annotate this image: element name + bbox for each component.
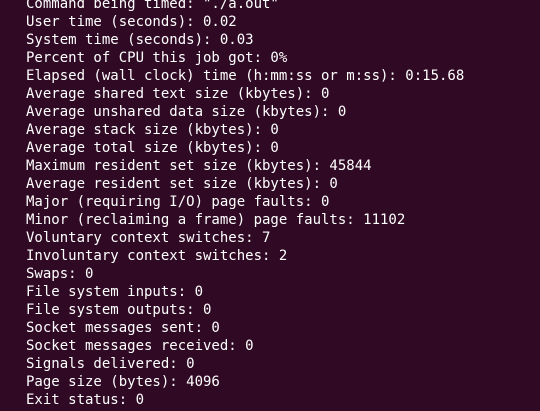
output-line-swaps: Swaps: 0 bbox=[26, 266, 94, 282]
output-line-involuntary-switches: Involuntary context switches: 2 bbox=[26, 248, 288, 264]
output-line-cpu-percent: Percent of CPU this job got: 0% bbox=[26, 50, 288, 66]
output-line-system-time: System time (seconds): 0.03 bbox=[26, 32, 254, 48]
output-line-signals-delivered: Signals delivered: 0 bbox=[26, 356, 195, 372]
output-line-voluntary-switches: Voluntary context switches: 7 bbox=[26, 230, 271, 246]
output-line-fs-outputs: File system outputs: 0 bbox=[26, 302, 212, 318]
output-line-shared-text-size: Average shared text size (kbytes): 0 bbox=[26, 86, 330, 102]
output-line-user-time: User time (seconds): 0.02 bbox=[26, 14, 237, 30]
output-line-fs-inputs: File system inputs: 0 bbox=[26, 284, 204, 300]
output-line-socket-received: Socket messages received: 0 bbox=[26, 338, 254, 354]
output-line-avg-resident-size: Average resident set size (kbytes): 0 bbox=[26, 176, 338, 192]
output-line-command: Command being timed: "./a.out" bbox=[26, 0, 279, 12]
output-line-total-size: Average total size (kbytes): 0 bbox=[26, 140, 279, 156]
output-line-elapsed-time: Elapsed (wall clock) time (h:mm:ss or m:… bbox=[26, 68, 465, 84]
output-line-unshared-data-size: Average unshared data size (kbytes): 0 bbox=[26, 104, 347, 120]
output-line-page-size: Page size (bytes): 4096 bbox=[26, 374, 220, 390]
output-line-minor-page-faults: Minor (reclaiming a frame) page faults: … bbox=[26, 212, 406, 228]
terminal-window[interactable]: Command being timed: "./a.out" User time… bbox=[0, 0, 540, 411]
output-line-stack-size: Average stack size (kbytes): 0 bbox=[26, 122, 279, 138]
output-line-major-page-faults: Major (requiring I/O) page faults: 0 bbox=[26, 194, 330, 210]
time-verbose-output: Command being timed: "./a.out" User time… bbox=[26, 0, 464, 409]
output-line-socket-sent: Socket messages sent: 0 bbox=[26, 320, 220, 336]
output-line-exit-status: Exit status: 0 bbox=[26, 392, 145, 408]
output-line-max-resident-size: Maximum resident set size (kbytes): 4584… bbox=[26, 158, 372, 174]
